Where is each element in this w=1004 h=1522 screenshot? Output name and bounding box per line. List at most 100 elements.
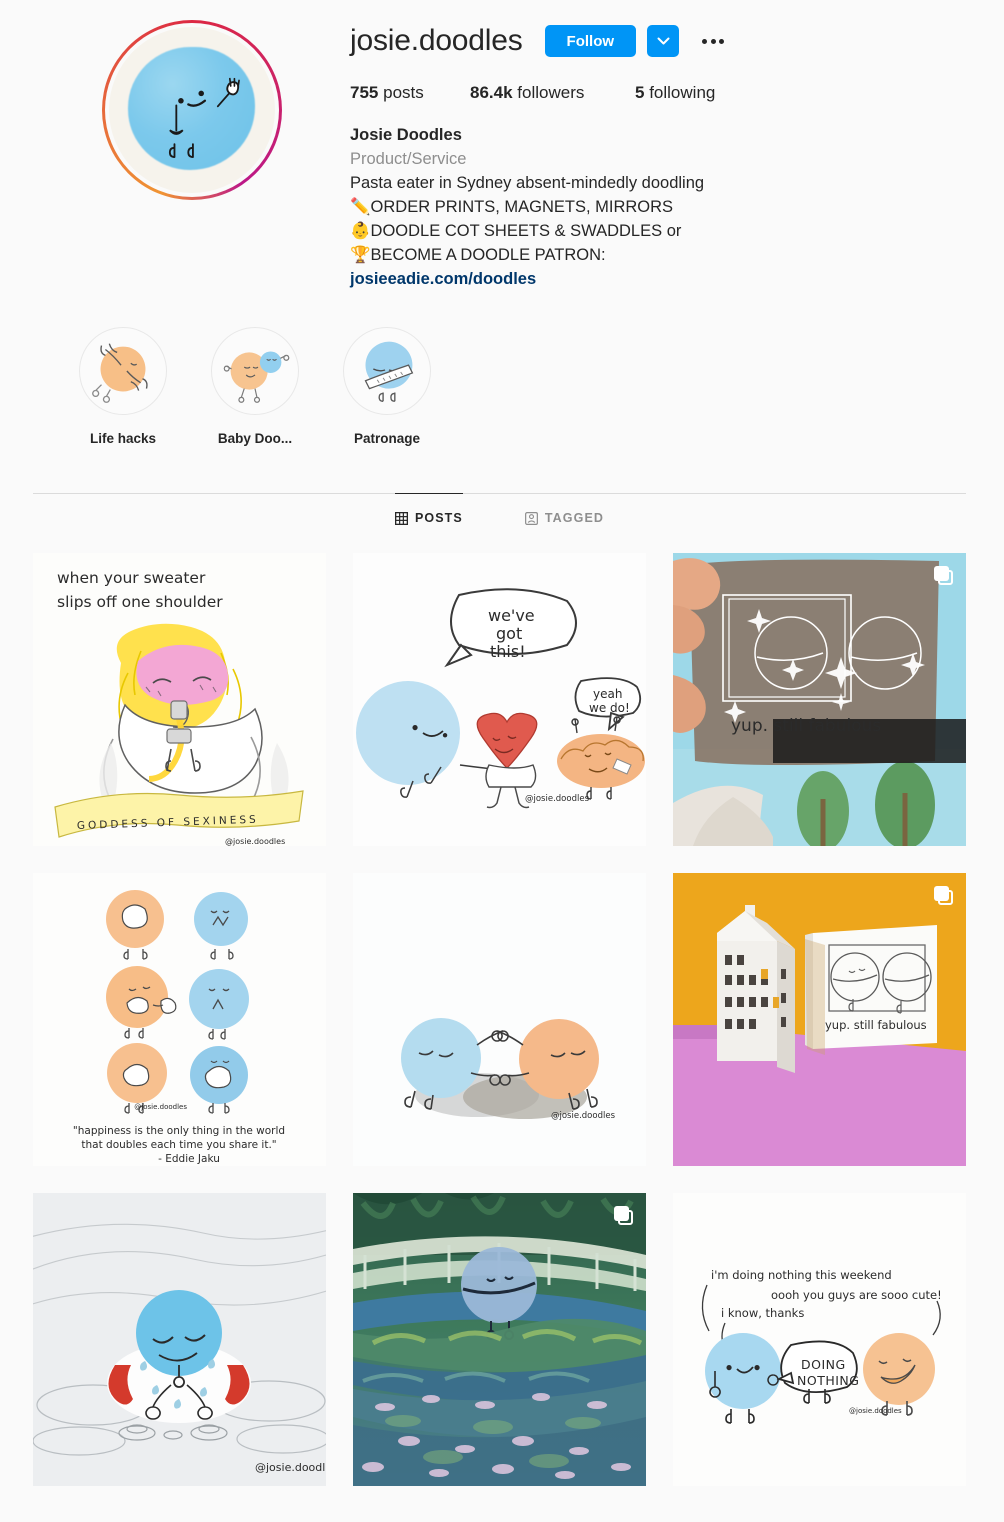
post-house-mirror-product[interactable]: yup. still fabulous [673,873,966,1166]
pencil-icon: ✏️ [350,198,371,216]
post-5-artwork: @josie.doodles [353,873,646,1166]
post-9-bubble-line1: DOING [801,1357,846,1372]
post-1-watermark: @josie.doodles [225,837,285,846]
posts-count: 755 [350,83,379,102]
tab-posts[interactable]: POSTS [394,493,463,539]
bio-category: Product/Service [350,150,467,168]
highlight-patronage[interactable]: Patronage [343,327,431,446]
post-sweater-shoulder[interactable]: when your sweater slips off one shoulder… [33,553,326,846]
chevron-down-icon [657,37,670,44]
post-4-quote-author: - Eddie Jaku [158,1153,220,1165]
bio-line-3: 👶DOODLE COT SHEETS & SWADDLES or [350,222,682,240]
life-hacks-doodle-icon [92,343,148,403]
post-9-text-2: oooh you guys are sooo cute! [771,1288,942,1302]
highlight-patronage-cover [343,327,431,415]
bio-line-2: ✏️ORDER PRINTS, MAGNETS, MIRRORS [350,198,674,216]
post-1-caption-line2: slips off one shoulder [57,593,223,611]
stats-row: 755 posts 86.4k followers 5 following [350,82,971,104]
post-two-blobs-shadow[interactable]: @josie.doodles [353,873,646,1166]
carousel-indicator-icon [934,886,953,905]
post-4-artwork: @josie.doodles "happiness is the only th… [33,873,326,1166]
posts-stat: 755 posts [350,82,470,104]
post-4-quote-line1: "happiness is the only thing in the worl… [73,1125,285,1137]
post-4-quote-line2: that doubles each time you share it." [81,1139,276,1151]
follow-button[interactable]: Follow [544,25,637,57]
post-6-artwork: yup. still fabulous [673,873,966,1166]
post-9-bubble-line2: NOTHING [797,1373,859,1388]
post-5-watermark: @josie.doodles [551,1111,616,1121]
post-8-artwork [353,1193,646,1486]
bio-display-name: Josie Doodles [350,126,462,144]
patronage-doodle-icon [364,341,414,402]
more-options-button[interactable] [696,25,730,57]
carousel-indicator-icon [614,1206,633,1225]
post-doing-nothing[interactable]: i'm doing nothing this weekend oooh you … [673,1193,966,1486]
post-1-caption-line1: when your sweater [57,569,206,587]
followers-count: 86.4k [470,83,513,102]
grid-icon [394,511,408,525]
highlight-baby-doodles[interactable]: Baby Doo... [211,327,299,446]
bio-section: Josie Doodles Product/Service Pasta eate… [350,123,971,291]
post-2-bubble1-line2: got [496,624,522,643]
post-7-watermark: @josie.doodles [255,1461,326,1474]
followers-label: followers [517,83,585,102]
follow-dropdown-button[interactable] [647,25,680,57]
bio-line-4: 🏆BECOME A DOODLE PATRON: [350,246,606,264]
posts-grid: when your sweater slips off one shoulder… [0,539,1004,1486]
post-9-watermark: @josie.doodles [849,1407,902,1415]
avatar-story-ring[interactable] [101,20,282,200]
username-row: josie.doodles Follow [350,22,971,60]
page-title: josie.doodles [350,24,523,57]
profile-header: josie.doodles Follow 755 posts 86.4k fol… [0,0,1004,291]
profile-info-column: josie.doodles Follow 755 posts 86.4k fol… [350,16,971,291]
post-2-bubble2-line1: yeah [593,687,622,701]
avatar-column [33,16,350,291]
post-7-artwork: @josie.doodles [33,1193,326,1486]
tab-tagged-label: TAGGED [544,511,605,525]
post-9-text-1: i'm doing nothing this weekend [711,1268,892,1282]
baby-doodles-icon [223,351,290,403]
highlight-life-hacks[interactable]: Life hacks [79,327,167,446]
following-stat[interactable]: 5 following [635,82,715,104]
highlight-life-hacks-label: Life hacks [89,431,157,446]
highlight-baby-doodles-label: Baby Doo... [217,431,293,446]
tab-tagged[interactable]: TAGGED [524,493,605,539]
more-dot-icon [710,38,716,44]
post-4-watermark: @josie.doodles [134,1103,187,1111]
following-count: 5 [635,83,645,102]
post-2-artwork: we've got this! yeah we do! @josie.doodl… [353,553,646,846]
bio-website-link[interactable]: josieeadie.com/doodles [350,270,536,288]
post-happiness-quote[interactable]: @josie.doodles "happiness is the only th… [33,873,326,1166]
highlight-baby-doodles-cover [211,327,299,415]
post-monet-bridge[interactable] [353,1193,646,1486]
post-9-artwork: i'm doing nothing this weekend oooh you … [673,1193,966,1486]
trophy-icon: 🏆 [350,246,371,264]
following-label: following [649,83,716,102]
profile-tabs: POSTS TAGGED [33,493,966,539]
baby-icon: 👶 [350,222,371,240]
more-dot-icon [702,38,708,44]
highlight-patronage-label: Patronage [353,431,421,446]
avatar-doodle-lines [168,77,240,158]
instagram-profile-page: josie.doodles Follow 755 posts 86.4k fol… [0,0,1004,1522]
posts-label: posts [383,83,424,102]
tab-posts-label: POSTS [414,511,463,525]
post-2-bubble2-line2: we do! [589,701,630,715]
post-1-artwork: when your sweater slips off one shoulder… [33,553,326,846]
bio-line-1: Pasta eater in Sydney absent-mindedly do… [350,174,705,192]
tagged-person-icon [524,511,538,525]
story-highlights: Life hacks Baby Doo... Patronage [0,291,1004,446]
post-2-bubble1-line1: we've [488,606,535,625]
carousel-indicator-icon [934,566,953,585]
post-life-ring-crying[interactable]: @josie.doodles [33,1193,326,1486]
followers-stat[interactable]: 86.4k followers [470,82,635,104]
highlight-life-hacks-cover [79,327,167,415]
post-9-text-3: i know, thanks [721,1306,804,1320]
post-weve-got-this[interactable]: we've got this! yeah we do! @josie.doodl… [353,553,646,846]
profile-tabs-container: POSTS TAGGED [33,493,966,539]
post-2-watermark: @josie.doodles [525,794,590,804]
post-mirror-fabulous[interactable]: yup. still fabulous [673,553,966,846]
post-6-mirror-text: yup. still fabulous [825,1018,927,1032]
avatar[interactable] [108,27,275,193]
post-2-bubble1-line3: this! [490,642,526,661]
